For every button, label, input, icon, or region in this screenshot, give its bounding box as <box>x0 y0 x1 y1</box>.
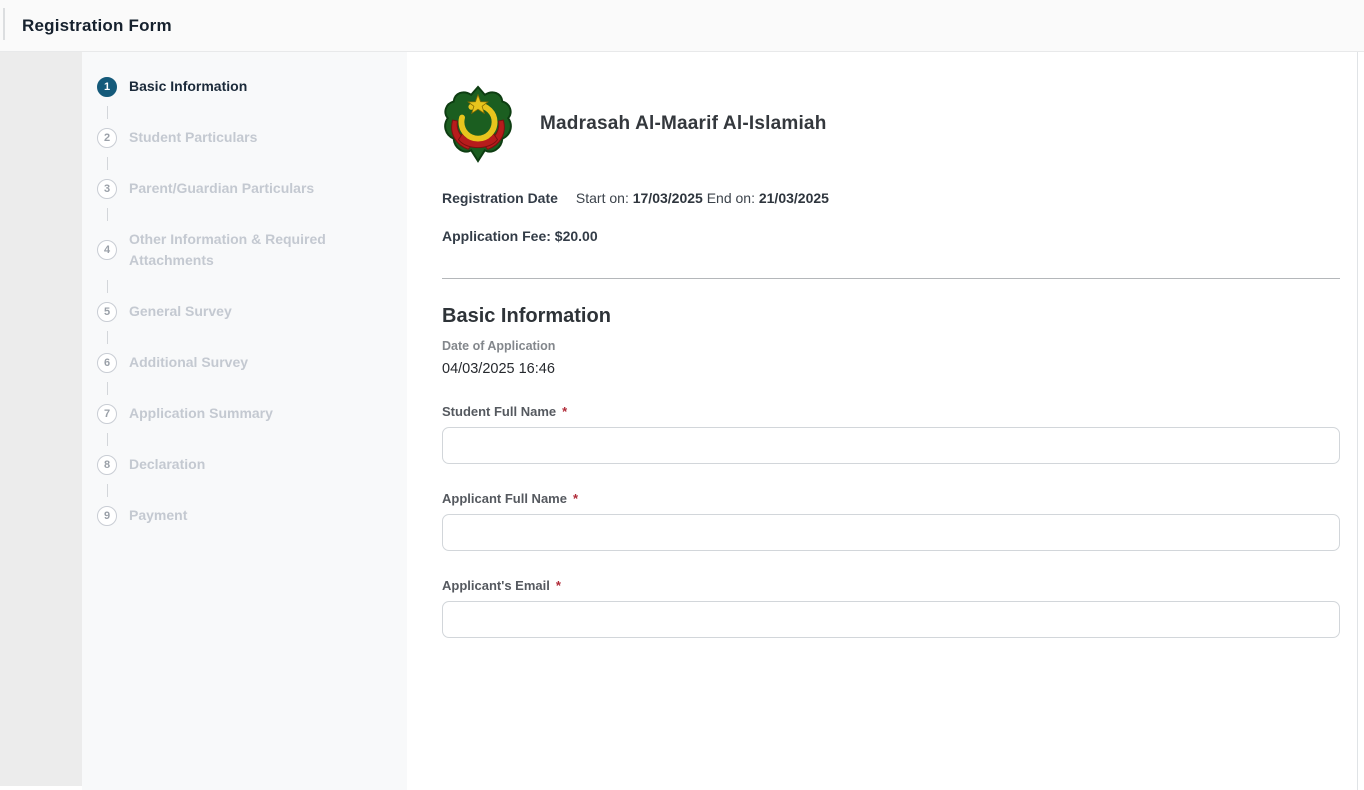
step-connector <box>97 271 397 301</box>
topbar: Registration Form <box>0 0 1364 52</box>
application-fee-value: $20.00 <box>554 228 598 244</box>
step-3-circle: 3 <box>97 178 117 199</box>
registration-start-date: 17/03/2025 <box>632 190 703 206</box>
school-name: Madrasah Al-Maarif Al-Islamiah <box>540 113 827 134</box>
date-of-application-label: Date of Application <box>442 339 556 353</box>
step-connector <box>97 322 397 352</box>
step-5-label: General Survey <box>129 303 232 319</box>
step-connector <box>97 373 397 403</box>
right-edge-line <box>1357 52 1358 790</box>
step-connector <box>97 475 397 505</box>
step-2-circle: 2 <box>97 127 117 148</box>
step-7-label: Application Summary <box>129 405 273 421</box>
left-rail <box>0 52 82 786</box>
applicant-email-input[interactable] <box>442 601 1340 638</box>
page-title: Registration Form <box>22 15 172 35</box>
step-7-circle: 7 <box>97 403 117 424</box>
student-full-name-label: Student Full Name * <box>442 404 568 419</box>
step-9-circle: 9 <box>97 505 117 526</box>
stepper-item-application-summary[interactable]: 7 Application Summary <box>97 403 397 424</box>
step-6-circle: 6 <box>97 352 117 373</box>
main-content: Madrasah Al-Maarif Al-Islamiah Registrat… <box>407 52 1364 790</box>
stepper-item-declaration[interactable]: 8 Declaration <box>97 454 397 475</box>
step-8-circle: 8 <box>97 454 117 475</box>
applicant-email-label: Applicant's Email * <box>442 578 561 593</box>
step-9-label: Payment <box>129 507 188 523</box>
applicant-full-name-label: Applicant Full Name * <box>442 491 579 506</box>
required-asterisk: * <box>572 491 579 506</box>
step-connector <box>97 97 397 127</box>
required-asterisk: * <box>555 578 561 593</box>
applicant-full-name-group: Applicant Full Name * <box>442 491 1340 551</box>
application-fee-label: Application Fee: <box>442 228 551 244</box>
stepper-item-general-survey[interactable]: 5 General Survey <box>97 301 397 322</box>
stepper-item-student-particulars[interactable]: 2 Student Particulars <box>97 127 397 148</box>
step-8-label: Declaration <box>129 456 206 472</box>
stepper-item-additional-survey[interactable]: 6 Additional Survey <box>97 352 397 373</box>
applicant-full-name-input[interactable] <box>442 514 1340 551</box>
student-full-name-input[interactable] <box>442 427 1340 464</box>
registration-date-label: Registration Date <box>442 190 558 206</box>
step-4-circle: 4 <box>97 240 117 260</box>
stepper-list: 1 Basic Information 2 Student Particular… <box>82 52 407 526</box>
registration-start-label: Start on: <box>575 190 629 206</box>
step-4-label: Other Information & Required Attachments <box>129 231 326 268</box>
step-6-label: Additional Survey <box>129 354 249 370</box>
registration-end-label: End on: <box>706 190 755 206</box>
stepper-item-parent-guardian-particulars[interactable]: 3 Parent/Guardian Particulars <box>97 178 397 199</box>
application-fee-row: Application Fee: $20.00 <box>442 228 1340 244</box>
section-divider <box>442 278 1340 279</box>
step-3-label: Parent/Guardian Particulars <box>129 180 315 196</box>
stepper-item-payment[interactable]: 9 Payment <box>97 505 397 526</box>
step-connector <box>97 148 397 178</box>
topbar-accent-bar <box>3 8 5 40</box>
stepper-item-other-information-attachments[interactable]: 4 Other Information & Required Attachmen… <box>97 229 397 271</box>
registration-date-row: Registration Date Start on: 17/03/2025 E… <box>442 190 1340 206</box>
date-of-application-value: 04/03/2025 16:46 <box>442 361 555 377</box>
step-connector <box>97 424 397 454</box>
stepper-item-basic-information[interactable]: 1 Basic Information <box>97 76 397 97</box>
section-title: Basic Information <box>442 305 611 327</box>
step-1-label: Basic Information <box>129 78 248 94</box>
school-header: Madrasah Al-Maarif Al-Islamiah <box>442 85 1340 163</box>
step-5-circle: 5 <box>97 301 117 322</box>
step-1-circle: 1 <box>97 76 117 97</box>
step-connector <box>97 199 397 229</box>
registration-end-date: 21/03/2025 <box>758 190 829 206</box>
stepper-sidebar: 1 Basic Information 2 Student Particular… <box>82 52 407 790</box>
applicant-email-group: Applicant's Email * <box>442 578 1340 638</box>
step-2-label: Student Particulars <box>129 129 258 145</box>
school-crest-icon <box>444 85 512 163</box>
student-full-name-group: Student Full Name * <box>442 404 1340 464</box>
required-asterisk: * <box>562 404 568 419</box>
